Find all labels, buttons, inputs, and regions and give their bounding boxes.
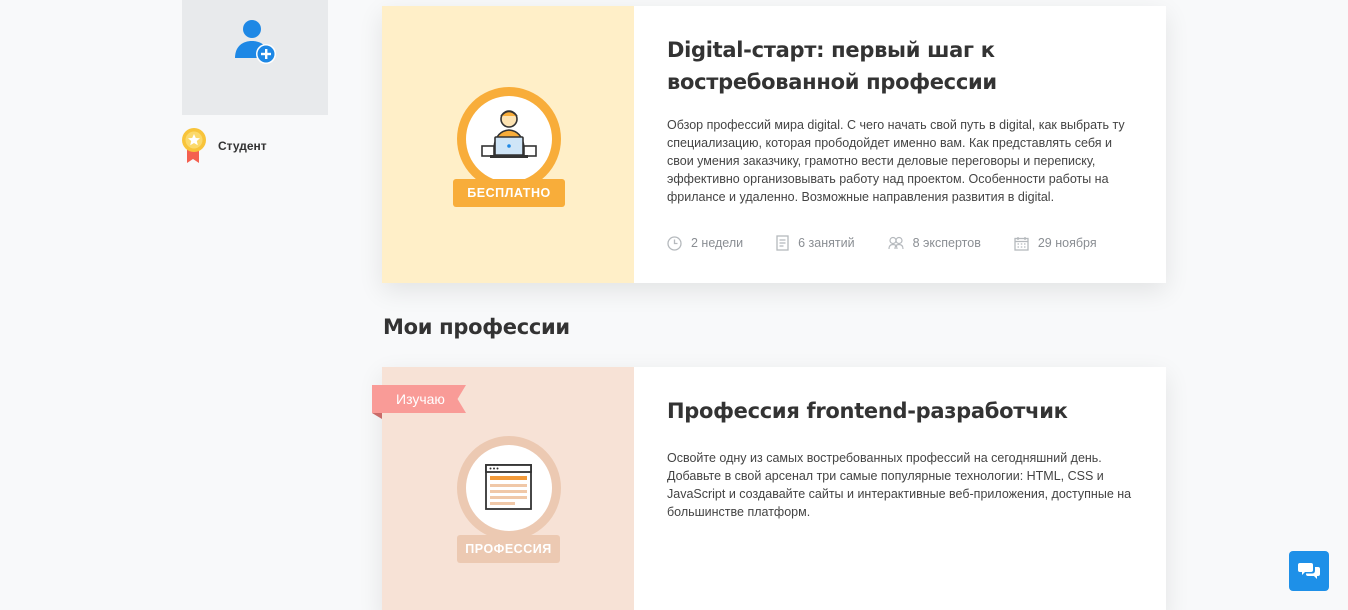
meta-lessons: 6 занятий bbox=[776, 235, 855, 251]
course-meta: 2 недели 6 занятий 8 экспертов 29 ноября bbox=[667, 235, 1130, 251]
avatar-upload[interactable] bbox=[182, 0, 328, 115]
medal-icon bbox=[182, 128, 206, 163]
role-badge bbox=[181, 128, 207, 164]
free-course-card[interactable]: БЕСПЛАТНО Digital-старт: первый шаг к во… bbox=[382, 6, 1166, 283]
status-tag: Изучаю bbox=[372, 385, 466, 413]
course-title[interactable]: Digital-старт: первый шаг к востребованн… bbox=[667, 34, 1047, 98]
date-text: 29 ноября bbox=[1037, 236, 1097, 250]
chat-icon bbox=[1298, 563, 1320, 579]
tag-fold bbox=[372, 413, 382, 419]
profession-title[interactable]: Профессия frontend-разработчик bbox=[667, 395, 1137, 427]
clock-icon bbox=[667, 235, 682, 251]
people-icon bbox=[888, 236, 904, 250]
add-user-icon bbox=[235, 20, 276, 64]
free-medallion: БЕСПЛАТНО bbox=[452, 85, 566, 207]
lessons-text: 6 занятий bbox=[798, 236, 855, 250]
calendar-icon bbox=[1014, 236, 1029, 251]
duration-text: 2 недели bbox=[691, 236, 744, 250]
meta-duration: 2 недели bbox=[667, 235, 744, 251]
meta-experts: 8 экспертов bbox=[888, 236, 981, 250]
chat-button[interactable] bbox=[1289, 551, 1329, 591]
free-badge: БЕСПЛАТНО bbox=[453, 179, 565, 207]
profession-medallion: ПРОФЕССИЯ bbox=[452, 434, 566, 563]
profession-badge: ПРОФЕССИЯ bbox=[457, 535, 560, 563]
course-cover: БЕСПЛАТНО bbox=[382, 6, 634, 283]
profession-description: Освойте одну из самых востребованных про… bbox=[667, 451, 1132, 519]
course-description: Обзор профессий мира digital. С чего нач… bbox=[667, 118, 1125, 204]
experts-text: 8 экспертов bbox=[912, 236, 981, 250]
role-label: Студент bbox=[218, 139, 267, 153]
profession-card[interactable]: ПРОФЕССИЯ Профессия frontend-разработчик… bbox=[382, 367, 1166, 610]
meta-date: 29 ноября bbox=[1014, 236, 1097, 251]
section-title: Мои профессии bbox=[383, 315, 570, 339]
document-icon bbox=[776, 235, 789, 251]
